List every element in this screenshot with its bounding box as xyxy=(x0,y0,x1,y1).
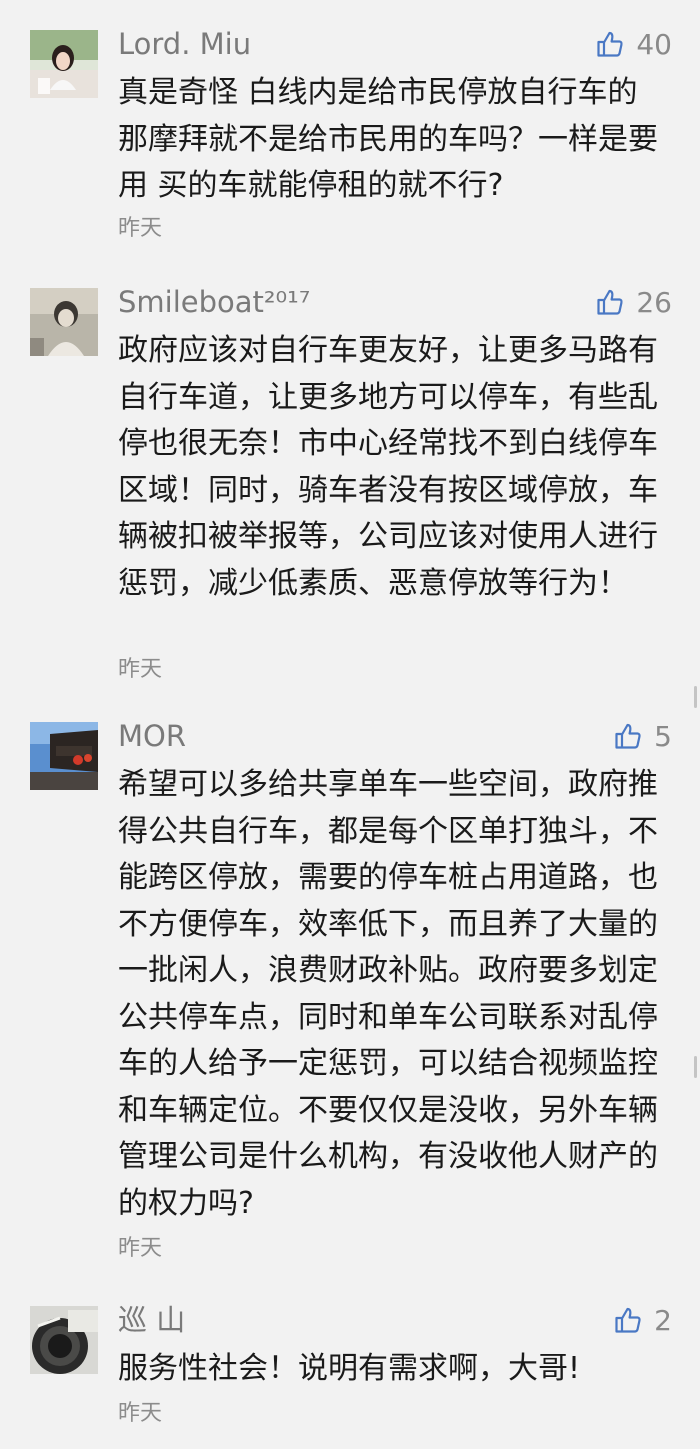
comment-text: 服务性社会！说明有需求啊，大哥! xyxy=(118,1351,581,1386)
thumbs-up-icon xyxy=(615,723,641,749)
username[interactable]: Smileboat²⁰¹⁷ xyxy=(118,282,310,322)
street-lantern-avatar xyxy=(30,722,98,790)
like-count: 2 xyxy=(654,1303,672,1337)
comment-time: 昨天 xyxy=(118,1401,163,1426)
like-button[interactable]: 2 xyxy=(614,1300,672,1340)
user-avatar[interactable] xyxy=(30,30,98,98)
comment-time: 昨天 xyxy=(118,216,163,241)
camera-lens-avatar xyxy=(30,1306,98,1374)
thumbs-up-icon xyxy=(597,289,623,315)
child-photo-avatar xyxy=(30,288,98,356)
username[interactable]: 巡 山 xyxy=(118,1300,185,1340)
comment-time: 昨天 xyxy=(118,1236,163,1261)
girl-portrait-avatar xyxy=(30,30,98,98)
like-count: 40 xyxy=(636,27,672,61)
comment-text: 希望可以多给共享单车一些空间，政府推得公共自行车，都是每个区单打独斗，不能跨区停… xyxy=(118,767,658,1221)
like-count: 26 xyxy=(636,285,672,319)
like-count: 5 xyxy=(654,719,672,753)
like-button[interactable]: 5 xyxy=(614,716,672,756)
user-avatar[interactable] xyxy=(30,722,98,790)
scrollbar-thumb[interactable] xyxy=(694,1056,697,1078)
username[interactable]: MOR xyxy=(118,716,186,756)
thumbs-up-icon xyxy=(597,31,623,57)
user-avatar[interactable] xyxy=(30,1306,98,1374)
username[interactable]: Lord. Miu xyxy=(118,24,251,64)
like-button[interactable]: 26 xyxy=(596,282,672,322)
like-button[interactable]: 40 xyxy=(596,24,672,64)
user-avatar[interactable] xyxy=(30,288,98,356)
comment-text: 政府应该对自行车更友好，让更多马路有自行车道，让更多地方可以停车，有些乱停也很无… xyxy=(118,333,658,601)
comment-text: 真是奇怪 白线内是给市民停放自行车的 那摩拜就不是给市民用的车吗？一样是要用 买… xyxy=(118,75,658,203)
comment-time: 昨天 xyxy=(118,657,163,682)
thumbs-up-icon xyxy=(615,1307,641,1333)
scrollbar-thumb[interactable] xyxy=(694,686,697,708)
